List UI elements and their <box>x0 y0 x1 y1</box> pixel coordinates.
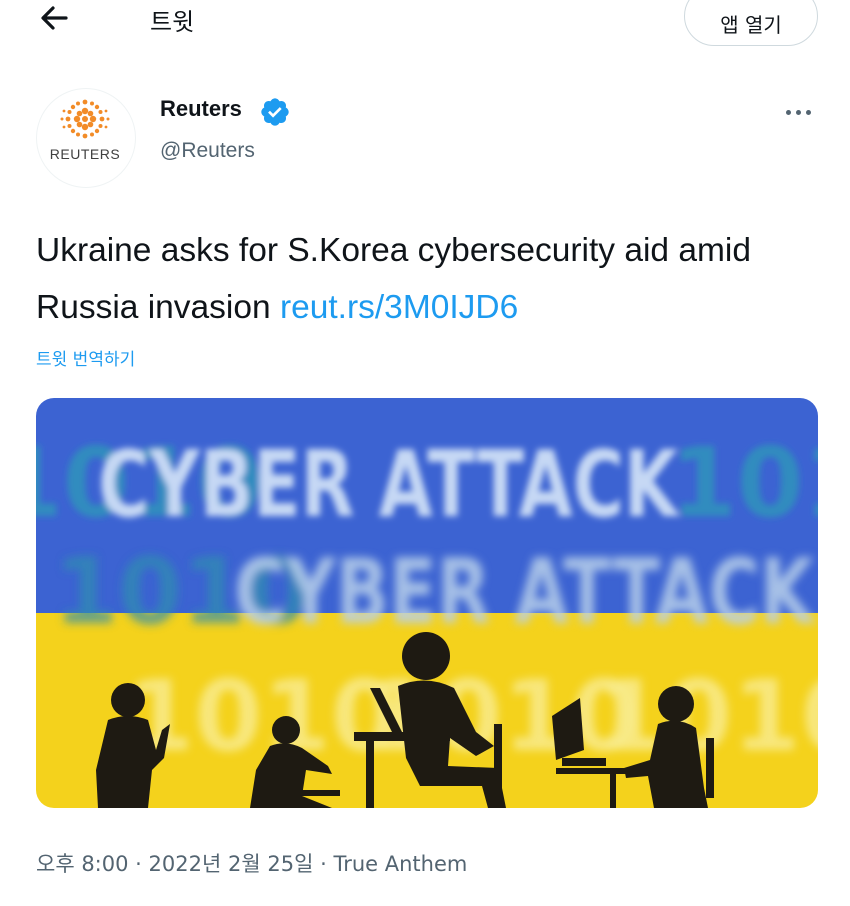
meta-separator: · <box>320 852 327 876</box>
author-name[interactable]: Reuters <box>160 96 242 122</box>
media-binary-text: 1010 <box>126 660 399 774</box>
media-caption-text: CYBER ATTACK <box>234 540 817 645</box>
tweet-meta: 오후 8:00 · 2022년 2월 25일 · True Anthem <box>36 848 467 878</box>
more-options-button[interactable] <box>778 98 818 126</box>
meta-separator: · <box>135 852 142 876</box>
back-button[interactable] <box>36 0 76 36</box>
open-app-button[interactable]: 앱 열기 <box>684 0 818 46</box>
more-dot-icon <box>785 109 791 115</box>
tweet-time[interactable]: 오후 8:00 <box>36 852 128 876</box>
tweet-link[interactable]: reut.rs/3M0IJD6 <box>280 289 518 326</box>
avatar-brand-text: REUTERS <box>49 146 121 162</box>
author-handle[interactable]: @Reuters <box>160 139 255 163</box>
arrow-left-icon <box>41 6 68 30</box>
reuters-logo-icon <box>60 99 110 139</box>
tweet-source-app[interactable]: True Anthem <box>333 852 467 876</box>
verified-badge-icon <box>261 98 289 126</box>
media-binary-text: 1010 <box>670 427 818 539</box>
tweet-text: Ukraine asks for S.Korea cybersecurity a… <box>36 222 826 336</box>
cyber-attack-illustration: 1010 CYBER ATTACK 1010 1010 CYBER ATTACK… <box>36 398 818 808</box>
top-bar: 트윗 앱 열기 <box>0 0 850 60</box>
page-title: 트윗 <box>150 8 195 36</box>
more-dot-icon <box>805 109 811 115</box>
translate-tweet-link[interactable]: 트윗 번역하기 <box>36 345 135 370</box>
tweet-date[interactable]: 2022년 2월 25일 <box>149 852 314 876</box>
media-caption-text: CYBER ATTACK <box>98 431 681 538</box>
more-dot-icon <box>795 109 801 115</box>
tweet-media-image[interactable]: 1010 CYBER ATTACK 1010 1010 CYBER ATTACK… <box>36 398 818 808</box>
